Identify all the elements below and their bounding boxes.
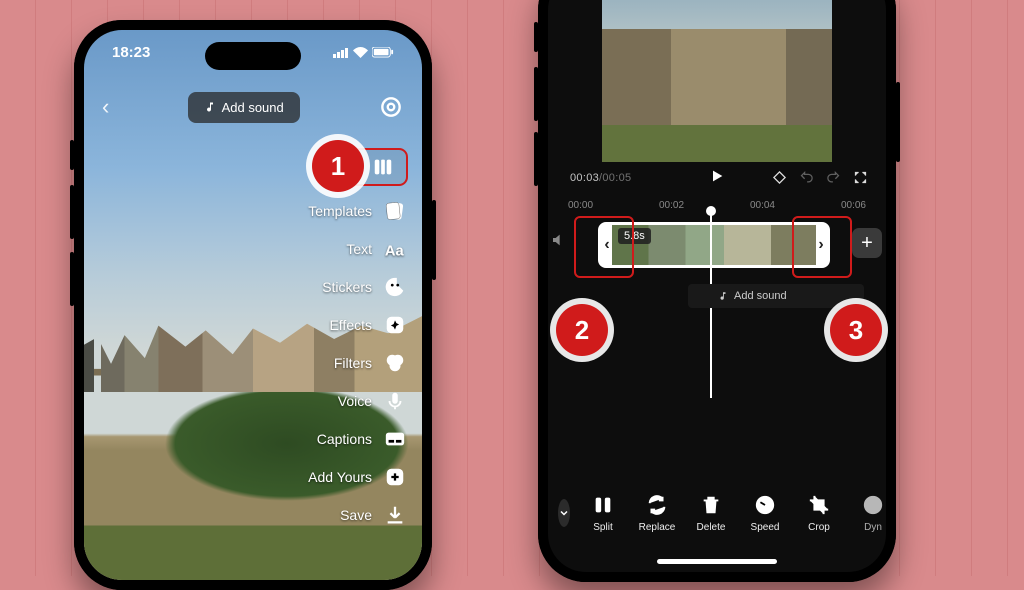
phone-right: 00:03/00:05 00:00 00:02 00:04 00:06 5.8s… xyxy=(538,0,896,582)
tool-split[interactable]: Split xyxy=(578,494,628,533)
settings-icon[interactable] xyxy=(378,94,404,120)
keyframe-icon[interactable] xyxy=(772,170,787,190)
addyours-button[interactable]: Add Yours xyxy=(308,464,408,490)
tool-crop[interactable]: Crop xyxy=(794,494,844,533)
add-clip-button[interactable]: + xyxy=(852,228,882,258)
filters-button[interactable]: Filters xyxy=(334,350,408,376)
text-button[interactable]: Text Aa xyxy=(346,236,408,262)
templates-button[interactable]: Templates xyxy=(308,198,408,224)
tool-delete[interactable]: Delete xyxy=(686,494,736,533)
tool-speed[interactable]: Speed xyxy=(740,494,790,533)
tool-replace[interactable]: Replace xyxy=(632,494,682,533)
voice-icon xyxy=(382,388,408,414)
phone-left: 18:23 ‹ Add sound Edit xyxy=(74,20,432,590)
highlight-right xyxy=(792,216,852,278)
save-button[interactable]: Save xyxy=(340,502,408,528)
add-sound-label: Add sound xyxy=(222,100,284,115)
effects-icon xyxy=(382,312,408,338)
status-icons xyxy=(333,47,394,58)
add-sound-track[interactable]: Add sound xyxy=(688,284,864,308)
bottom-toolbar: Split Replace Delete Speed Crop Dyn xyxy=(548,476,886,550)
voice-button[interactable]: Voice xyxy=(338,388,408,414)
callout-1: 1 xyxy=(312,140,364,192)
fullscreen-icon[interactable] xyxy=(853,170,868,190)
effects-button[interactable]: Effects xyxy=(329,312,408,338)
download-icon xyxy=(382,502,408,528)
stickers-icon xyxy=(382,274,408,300)
tool-dynamic[interactable]: Dyn xyxy=(848,494,886,533)
collapse-button[interactable] xyxy=(558,499,570,527)
templates-icon xyxy=(382,198,408,224)
callout-3: 3 xyxy=(830,304,882,356)
right-toolbar: Edit Templates Text Aa Stickers xyxy=(308,148,408,528)
captions-button[interactable]: Captions xyxy=(317,426,408,452)
filters-icon xyxy=(382,350,408,376)
timeline-ruler: 00:00 00:02 00:04 00:06 xyxy=(568,200,866,211)
add-sound-button[interactable]: Add sound xyxy=(188,92,300,123)
back-button[interactable]: ‹ xyxy=(102,94,109,120)
video-preview[interactable] xyxy=(602,0,832,162)
text-icon: Aa xyxy=(382,236,408,262)
callout-2: 2 xyxy=(556,304,608,356)
undo-icon[interactable] xyxy=(799,170,814,190)
status-bar: 18:23 xyxy=(84,30,422,74)
status-time: 18:23 xyxy=(112,44,150,61)
svg-text:Aa: Aa xyxy=(385,243,405,259)
play-button[interactable] xyxy=(709,168,725,189)
stickers-button[interactable]: Stickers xyxy=(322,274,408,300)
redo-icon[interactable] xyxy=(826,170,841,190)
captions-icon xyxy=(382,426,408,452)
addyours-icon xyxy=(382,464,408,490)
playback-time: 00:03/00:05 xyxy=(570,172,631,184)
edit-icon xyxy=(370,154,396,180)
highlight-left xyxy=(574,216,634,278)
home-indicator[interactable] xyxy=(657,559,777,564)
